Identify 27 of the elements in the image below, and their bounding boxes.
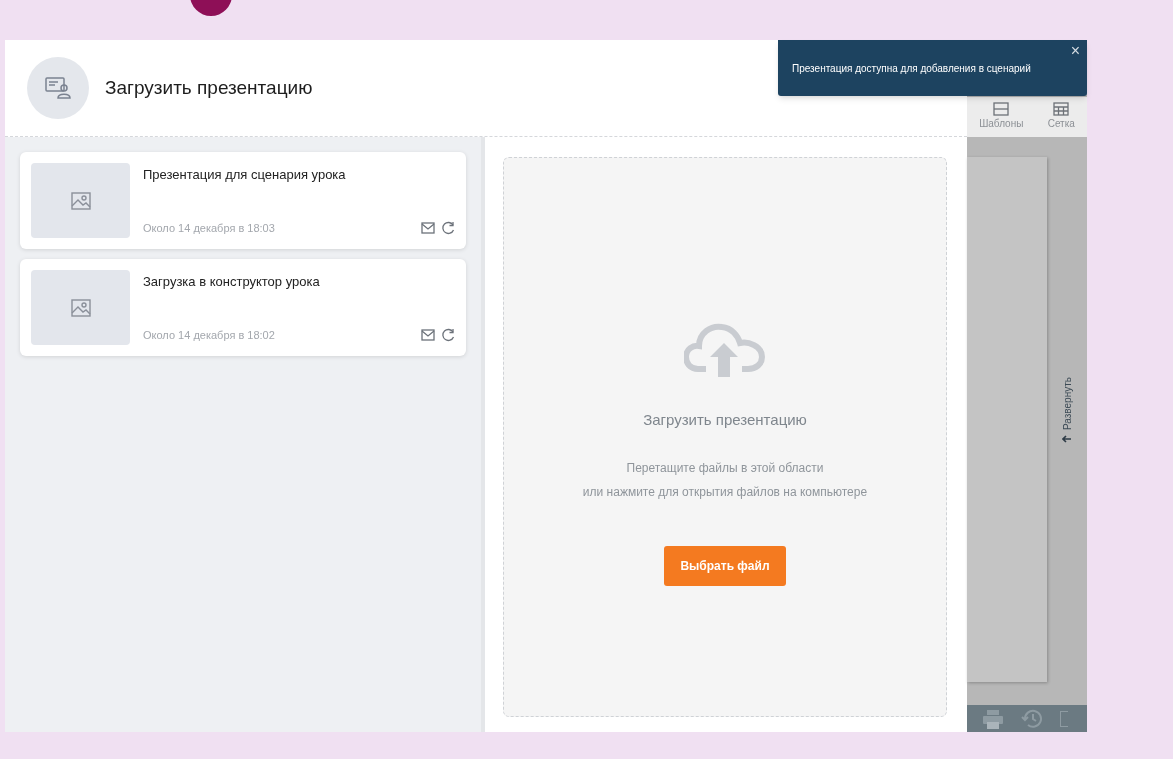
arrow-left-icon[interactable] bbox=[1062, 434, 1072, 444]
mail-icon[interactable] bbox=[421, 221, 435, 234]
mail-icon[interactable] bbox=[421, 328, 435, 341]
presentation-title: Презентация для сценария урока bbox=[143, 166, 347, 184]
side-tab-label[interactable]: Развернуть bbox=[1059, 377, 1075, 430]
upload-title: Загрузить презентацию bbox=[643, 410, 807, 430]
layout-icon bbox=[993, 102, 1010, 116]
drop-zone[interactable]: Загрузить презентацию Перетащите файлы в этой области или нажмите для открытия файлов на компьютере Выбрать файл bbox=[503, 157, 947, 717]
presentation-card[interactable]: Презентация для сценария урока Около 14 декабря в 18:03 bbox=[20, 152, 466, 249]
toolbar-button[interactable]: Сетка bbox=[1047, 102, 1075, 131]
presentation-title: Загрузка в конструктор урока bbox=[143, 273, 321, 291]
cloud-upload-icon bbox=[684, 321, 766, 379]
presentation-date: Около 14 декабря в 18:02 bbox=[143, 327, 275, 343]
image-icon bbox=[69, 189, 92, 212]
refresh-icon[interactable] bbox=[441, 327, 455, 342]
toast-message: Презентация доступна для добавления в сценарий bbox=[792, 61, 1031, 76]
toolbar-button[interactable]: Шаблоны bbox=[979, 102, 1024, 131]
close-button[interactable]: × bbox=[1070, 43, 1080, 59]
grid-icon bbox=[1053, 102, 1070, 116]
choose-file-button[interactable]: Выбрать файл bbox=[664, 545, 786, 586]
dialog-title: Загрузить презентацию bbox=[105, 75, 313, 100]
upload-hint: Перетащите файлы в этой области bbox=[626, 459, 824, 477]
upload-hint: или нажмите для открытия файлов на компьютере bbox=[582, 483, 868, 501]
presentation-date: Около 14 декабря в 18:03 bbox=[143, 220, 275, 236]
image-icon bbox=[69, 296, 92, 319]
refresh-icon[interactable] bbox=[441, 220, 455, 235]
presentation-card[interactable]: Загрузка в конструктор урока Около 14 декабря в 18:02 bbox=[20, 259, 466, 356]
